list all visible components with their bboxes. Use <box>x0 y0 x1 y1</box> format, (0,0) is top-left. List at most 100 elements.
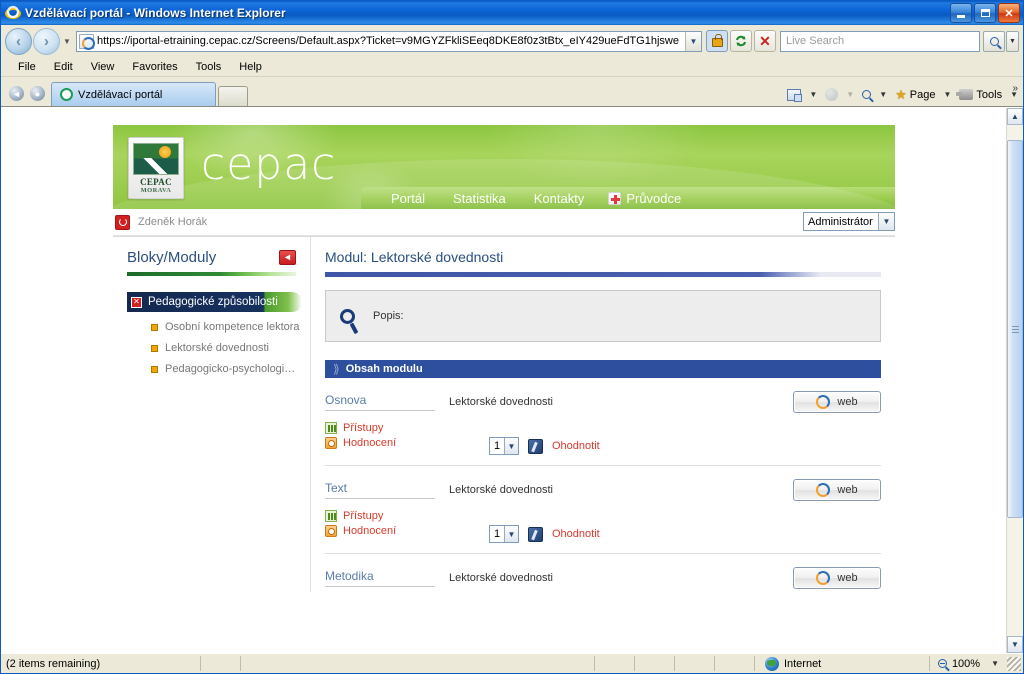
address-dropdown-icon[interactable]: ▼ <box>685 31 701 51</box>
tab-list-icon[interactable]: ● <box>30 86 45 101</box>
web-button-label: web <box>837 396 858 408</box>
scrollbar-track[interactable] <box>1007 125 1023 636</box>
forward-button[interactable]: › <box>33 27 60 55</box>
security-zone[interactable]: Internet <box>755 656 930 671</box>
bullet-icon <box>151 365 158 373</box>
search-box[interactable]: Live Search <box>780 30 980 52</box>
rating-link-wrapper[interactable]: Hodnocení <box>325 525 449 537</box>
sidebar-sub-label[interactable]: Osobní kompetence lektora <box>165 321 300 333</box>
power-icon[interactable] <box>115 214 130 230</box>
recent-pages-dropdown[interactable]: ▼ <box>60 37 74 46</box>
nav-item-kontakty[interactable]: Kontakty <box>520 191 599 206</box>
chart-icon <box>325 510 337 522</box>
search-input[interactable]: Live Search <box>781 35 844 47</box>
tools-menu-button[interactable]: Tools <box>956 87 1005 103</box>
close-icon[interactable]: ✕ <box>131 296 142 308</box>
security-lock-icon[interactable] <box>706 30 728 52</box>
address-input-wrapper[interactable]: https://iportal-etraining.cepac.cz/Scree… <box>76 30 702 52</box>
menu-view[interactable]: View <box>82 61 124 73</box>
row-link-osnova[interactable]: Osnova <box>325 393 435 411</box>
access-link[interactable]: Přístupy <box>343 510 383 522</box>
rating-link[interactable]: Hodnocení <box>343 437 396 449</box>
pencil-icon[interactable] <box>528 438 543 454</box>
menu-bar: File Edit View Favorites Tools Help <box>1 57 1023 77</box>
search-go-button[interactable] <box>983 30 1005 52</box>
row-action-links: Přístupy Hodnocení <box>325 422 449 452</box>
sidebar-item-pedagogicko-psychologicke[interactable]: Pedagogicko-psychologi… <box>151 363 310 375</box>
sidebar-sub-label[interactable]: Pedagogicko-psychologi… <box>165 363 295 375</box>
rating-link[interactable]: Hodnocení <box>343 525 396 537</box>
new-tab-button[interactable] <box>218 86 248 106</box>
scroll-up-button[interactable]: ▲ <box>1007 108 1023 125</box>
print-dropdown[interactable]: ▼ <box>843 90 857 99</box>
address-input[interactable]: https://iportal-etraining.cepac.cz/Scree… <box>97 35 685 47</box>
rating-select[interactable]: 1 ▼ <box>489 525 519 543</box>
sidebar-sub-label[interactable]: Lektorské dovednosti <box>165 342 269 354</box>
quick-tabs-icon[interactable]: ◄ <box>9 86 24 101</box>
menu-edit[interactable]: Edit <box>45 61 82 73</box>
zoom-control[interactable]: 100% ▼ <box>930 658 1007 670</box>
search-provider-dropdown[interactable]: ▼ <box>1006 30 1019 52</box>
rating-link-wrapper[interactable]: Hodnocení <box>325 437 449 449</box>
tab-vzdelavaci-portal[interactable]: Vzdělávací portál <box>51 82 216 106</box>
page-menu-dropdown[interactable]: ▼ <box>940 90 954 99</box>
menu-favorites[interactable]: Favorites <box>123 61 186 73</box>
sidebar-item-lektorske-dovednosti[interactable]: Lektorské dovednosti <box>151 342 310 354</box>
rating-icon <box>325 437 337 449</box>
vertical-scrollbar[interactable]: ▲ ▼ <box>1006 108 1023 653</box>
rating-select-value: 1 <box>494 528 501 540</box>
rating-select[interactable]: 1 ▼ <box>489 437 519 455</box>
web-button[interactable]: web <box>793 479 881 501</box>
chevron-down-icon[interactable]: ▼ <box>504 526 518 542</box>
web-button[interactable]: web <box>793 391 881 413</box>
sidebar-item-osobni-kompetence[interactable]: Osobní kompetence lektora <box>151 321 310 333</box>
minimize-button[interactable] <box>950 3 972 23</box>
brand-wordmark: cepac <box>201 139 337 190</box>
rate-action-link[interactable]: Ohodnotit <box>552 528 600 540</box>
magnifier-icon <box>340 308 355 324</box>
page-find-button[interactable] <box>859 88 874 101</box>
scroll-down-button[interactable]: ▼ <box>1007 636 1023 653</box>
nav-item-portal[interactable]: Portál <box>377 191 439 206</box>
nav-item-pruvodce-label[interactable]: Průvodce <box>626 191 681 206</box>
refresh-button[interactable] <box>730 30 752 52</box>
page-menu-label: Page <box>909 88 936 101</box>
resize-grip-icon[interactable] <box>1007 656 1021 671</box>
main-content: Modul: Lektorské dovednosti Popis: ⟫ Obs… <box>311 237 895 592</box>
row-link-metodika[interactable]: Metodika <box>325 569 435 587</box>
sidebar-collapse-button[interactable]: ◄ <box>279 250 296 265</box>
zoom-dropdown-icon[interactable]: ▼ <box>991 659 999 668</box>
chevron-down-icon[interactable]: ▼ <box>504 438 518 454</box>
command-overflow-icon[interactable]: » <box>1012 83 1018 94</box>
scrollbar-thumb[interactable] <box>1007 140 1023 519</box>
section-title: Obsah modulu <box>345 363 423 375</box>
close-button[interactable]: ✕ <box>998 3 1020 23</box>
stop-button[interactable]: ✕ <box>754 30 776 52</box>
rating-icon <box>325 525 337 537</box>
read-mail-button[interactable] <box>784 87 804 103</box>
chevron-right-icon: ⟫ <box>333 362 340 376</box>
access-link-wrapper[interactable]: Přístupy <box>325 422 449 434</box>
web-button[interactable]: web <box>793 567 881 589</box>
menu-tools[interactable]: Tools <box>187 61 231 73</box>
rate-action-link[interactable]: Ohodnotit <box>552 440 600 452</box>
menu-help[interactable]: Help <box>230 61 271 73</box>
menu-file[interactable]: File <box>9 61 45 73</box>
chevron-down-icon[interactable]: ▼ <box>878 213 894 230</box>
row-link-text[interactable]: Text <box>325 481 435 499</box>
sidebar-item-pedagogicke-zpusobilosti[interactable]: ✕ Pedagogické způsobilosti <box>127 292 302 312</box>
nav-item-statistika[interactable]: Statistika <box>439 191 520 206</box>
page-menu-button[interactable]: ★ Page <box>892 86 938 103</box>
nav-item-pruvodce[interactable]: Průvodce <box>598 191 681 206</box>
back-button[interactable]: ‹ <box>5 27 32 55</box>
access-link[interactable]: Přístupy <box>343 422 383 434</box>
row-actions: Přístupy Hodnocení 1 ▼ Ohodnotit <box>325 416 881 465</box>
access-link-wrapper[interactable]: Přístupy <box>325 510 449 522</box>
maximize-button[interactable] <box>974 3 996 23</box>
row-description: Lektorské dovednosti <box>449 396 553 408</box>
print-button[interactable] <box>822 86 841 103</box>
pencil-icon[interactable] <box>528 526 543 542</box>
page-find-dropdown[interactable]: ▼ <box>876 90 890 99</box>
read-mail-dropdown[interactable]: ▼ <box>806 90 820 99</box>
role-select[interactable]: Administrátor ▼ <box>803 212 895 231</box>
